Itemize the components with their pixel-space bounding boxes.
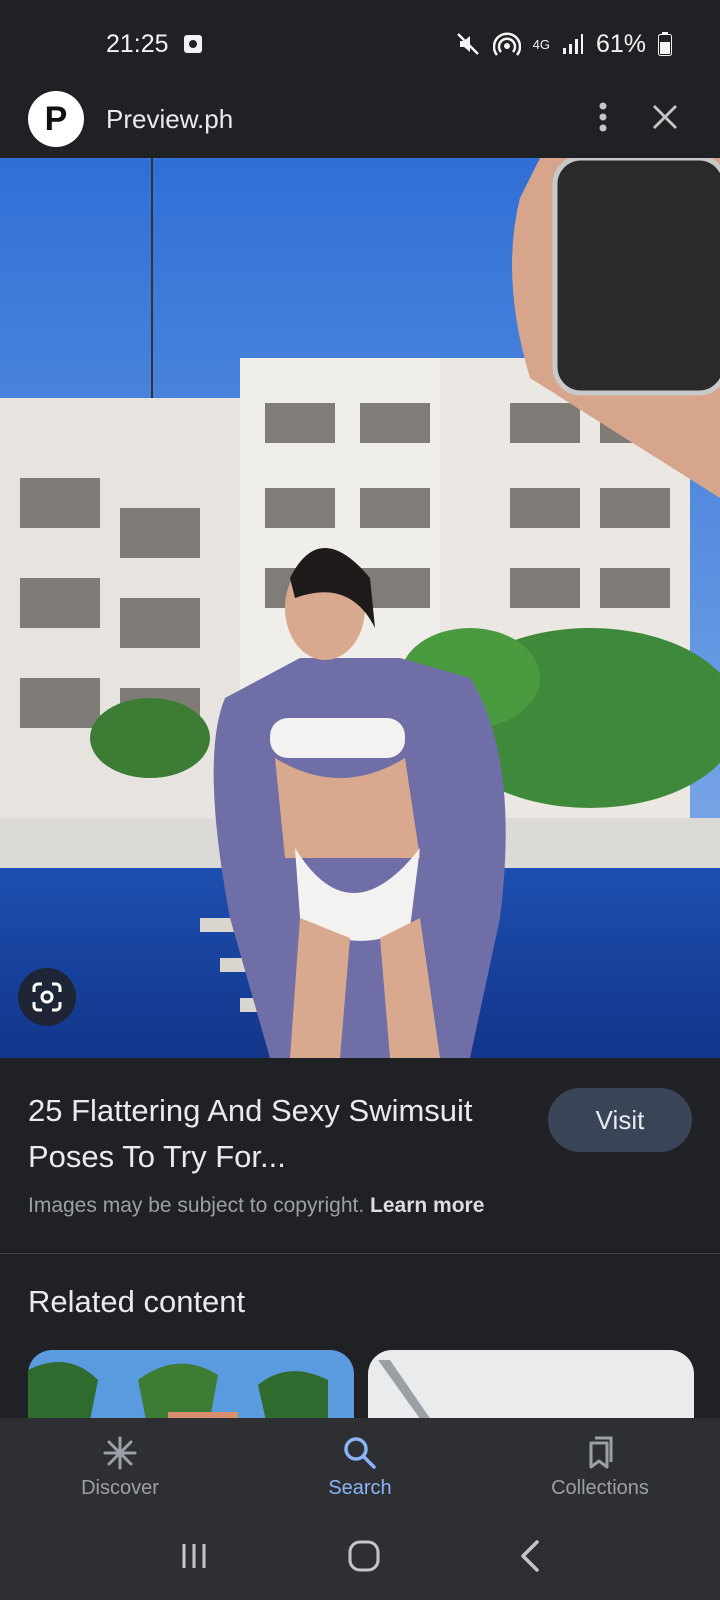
screenshot-notification-icon	[183, 34, 203, 54]
nav-collections[interactable]: Collections	[480, 1418, 720, 1516]
hotspot-icon	[492, 31, 521, 57]
system-navigation-bar	[0, 1516, 720, 1600]
lens-icon	[32, 982, 62, 1012]
nav-label-discover: Discover	[81, 1476, 159, 1499]
nav-search[interactable]: Search	[240, 1418, 480, 1516]
site-name[interactable]: Preview.ph	[106, 104, 233, 135]
nav-discover[interactable]: Discover	[0, 1418, 240, 1516]
asterisk-icon	[103, 1436, 137, 1469]
lens-button[interactable]	[18, 968, 76, 1026]
copyright-notice: Images may be subject to copyright. Lear…	[28, 1194, 484, 1218]
search-icon	[344, 1436, 376, 1469]
network-type-label: 4G	[532, 36, 550, 52]
result-title[interactable]: 25 Flattering And Sexy Swimsuit Poses To…	[28, 1088, 498, 1180]
divider	[0, 1253, 720, 1254]
close-icon[interactable]	[652, 104, 678, 135]
signal-icon	[562, 33, 584, 55]
result-image[interactable]	[0, 158, 720, 1058]
viewer-header: P Preview.ph	[0, 80, 720, 158]
nav-label-collections: Collections	[551, 1476, 649, 1499]
visit-button[interactable]: Visit	[548, 1088, 692, 1152]
screen: 21:25 4G 61% P Preview.ph 25 Flattering …	[0, 0, 720, 1600]
bookmark-icon	[589, 1436, 613, 1468]
recent-apps-icon[interactable]	[179, 1541, 209, 1576]
nav-label-search: Search	[328, 1476, 392, 1499]
related-content-heading: Related content	[28, 1284, 246, 1319]
battery-percent: 61%	[595, 29, 646, 58]
back-icon[interactable]	[519, 1539, 541, 1578]
more-options-icon[interactable]	[598, 101, 608, 138]
battery-icon	[658, 32, 672, 56]
bottom-navigation: Discover Search Collections	[0, 1418, 720, 1516]
copyright-text: Images may be subject to copyright.	[28, 1194, 365, 1217]
home-icon[interactable]	[347, 1539, 381, 1578]
status-bar: 21:25 4G 61%	[0, 0, 720, 88]
learn-more-link[interactable]: Learn more	[370, 1194, 484, 1217]
mute-icon	[455, 31, 481, 57]
clock: 21:25	[106, 29, 169, 58]
site-logo[interactable]: P	[28, 91, 84, 147]
result-info: 25 Flattering And Sexy Swimsuit Poses To…	[0, 1058, 720, 1254]
